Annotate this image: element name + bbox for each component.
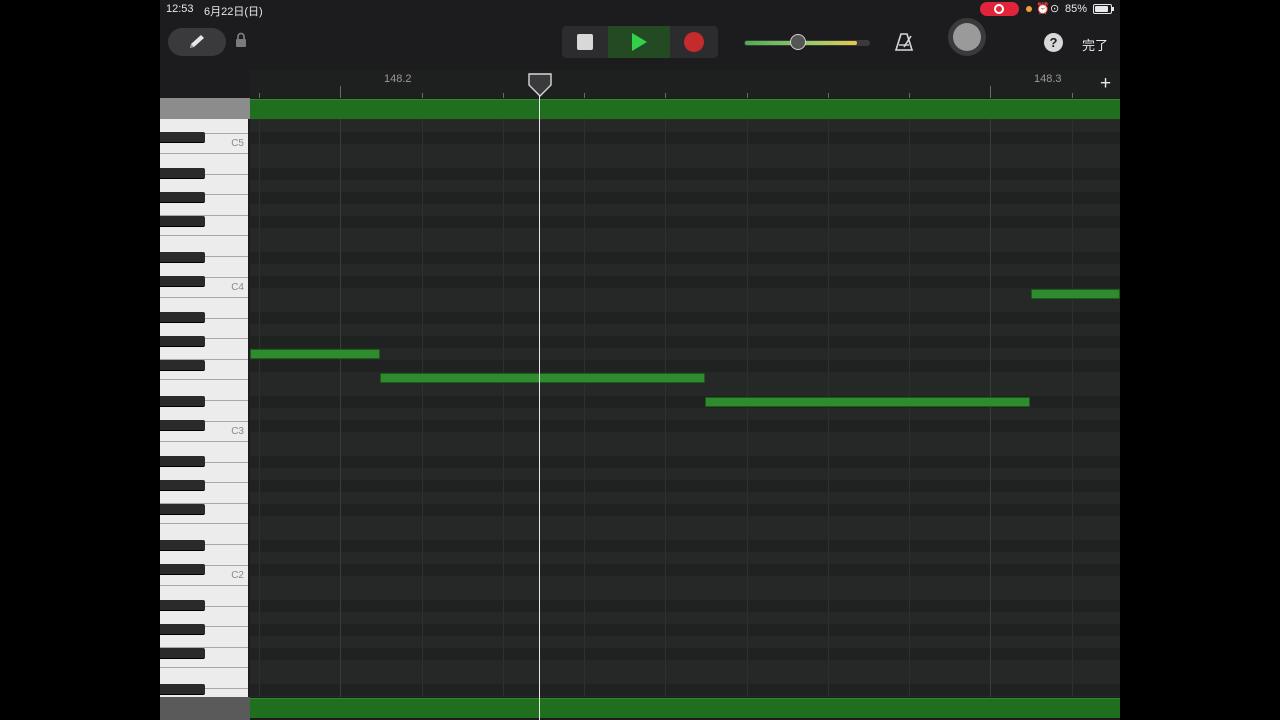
grid-line: [665, 119, 667, 697]
alarm-icon: ⏰: [1036, 3, 1050, 15]
add-button[interactable]: +: [1100, 73, 1111, 95]
grid-line: [340, 119, 342, 697]
piano-roll-grid[interactable]: [250, 119, 1120, 697]
ruler-tick: [1071, 93, 1073, 98]
stop-button[interactable]: [562, 26, 608, 58]
midi-note[interactable]: [705, 397, 1030, 407]
octave-label: C4: [231, 281, 244, 293]
status-bar: 12:53 6月22日(日) ⏰ ⊙ 85%: [160, 0, 1120, 18]
master-effects-knob[interactable]: [948, 18, 986, 56]
status-time: 12:53: [166, 3, 194, 15]
piano-black-key[interactable]: [160, 480, 205, 491]
piano-black-key[interactable]: [160, 252, 205, 263]
play-icon: [632, 33, 647, 51]
lock-button[interactable]: [234, 32, 248, 53]
ruler-tick: [909, 93, 910, 98]
piano-black-key[interactable]: [160, 360, 205, 371]
piano-black-key[interactable]: [160, 132, 205, 143]
ruler-tick: [502, 93, 504, 98]
help-button[interactable]: ?: [1044, 33, 1063, 52]
battery-percent: 85%: [1065, 3, 1088, 15]
piano-black-key[interactable]: [160, 216, 205, 227]
grid-line: [1071, 119, 1073, 697]
playhead-line: [539, 92, 540, 720]
record-button[interactable]: [670, 26, 718, 58]
piano-black-key[interactable]: [160, 504, 205, 515]
grid-line: [827, 119, 829, 697]
play-button[interactable]: [608, 26, 670, 58]
ruler-tick: [259, 93, 260, 98]
metronome-icon: [894, 33, 914, 51]
ruler-tick: [665, 93, 667, 98]
timeline-ruler[interactable]: 148.2 148.3 +: [250, 70, 1120, 98]
piano-black-key[interactable]: [160, 276, 205, 287]
master-volume-slider[interactable]: [744, 34, 870, 50]
metronome-button[interactable]: [893, 32, 915, 57]
transport-controls: [562, 26, 718, 58]
midi-note[interactable]: [250, 349, 380, 359]
piano-black-key[interactable]: [160, 456, 205, 467]
grid-line: [259, 119, 260, 697]
region-bar-top[interactable]: [250, 99, 1120, 119]
octave-label: C5: [231, 137, 244, 149]
lock-icon: [236, 32, 246, 47]
pencil-icon: [190, 35, 204, 48]
grid-line: [909, 119, 910, 697]
stop-icon: [577, 34, 593, 50]
piano-black-key[interactable]: [160, 684, 205, 695]
octave-label: C2: [231, 569, 244, 581]
piano-black-key[interactable]: [160, 600, 205, 611]
battery-icon: [1093, 4, 1114, 14]
ruler-tick: [990, 86, 992, 98]
grid-line: [421, 119, 423, 697]
garageband-piano-roll-screen: 12:53 6月22日(日) ⏰ ⊙ 85% ? 完了 148.2 148.3 …: [160, 0, 1120, 720]
ruler-tick: [421, 93, 423, 98]
piano-black-key[interactable]: [160, 564, 205, 575]
record-dot-icon: [684, 32, 704, 52]
grid-line: [502, 119, 504, 697]
piano-black-key[interactable]: [160, 312, 205, 323]
ruler-tick: [746, 93, 748, 98]
pencil-tool-button[interactable]: [168, 28, 226, 56]
mic-indicator-dot: [1026, 6, 1032, 12]
done-button[interactable]: 完了: [1082, 35, 1108, 54]
volume-slider-thumb[interactable]: [789, 34, 806, 50]
grid-line: [746, 119, 748, 697]
midi-note[interactable]: [1031, 289, 1120, 299]
orientation-lock-icon: ⊙: [1050, 3, 1060, 15]
ruler-tick: [584, 93, 585, 98]
bar-label: 148.2: [384, 73, 412, 85]
keyboard-header-corner: [160, 98, 250, 120]
piano-black-key[interactable]: [160, 396, 205, 407]
grid-line: [990, 119, 992, 697]
ruler-tick: [827, 93, 829, 98]
screen-recording-indicator: [980, 2, 1019, 16]
bar-label: 148.3: [1034, 73, 1062, 85]
ruler-tick: [340, 86, 342, 98]
playhead-handle[interactable]: [528, 73, 552, 97]
piano-keyboard[interactable]: C5 C4 C3 C2: [160, 119, 250, 697]
piano-black-key[interactable]: [160, 624, 205, 635]
status-date: 6月22日(日): [204, 6, 263, 18]
battery-fill: [1095, 6, 1108, 12]
keyboard-footer-corner: [160, 697, 250, 720]
record-icon: [994, 4, 1004, 14]
piano-black-key[interactable]: [160, 336, 205, 347]
grid-line: [584, 119, 585, 697]
knob-cap: [953, 23, 981, 51]
piano-black-key[interactable]: [160, 168, 205, 179]
control-bar: ? 完了: [160, 18, 1120, 70]
piano-black-key[interactable]: [160, 192, 205, 203]
midi-note[interactable]: [380, 373, 705, 383]
piano-black-key[interactable]: [160, 540, 205, 551]
octave-label: C3: [231, 425, 244, 437]
region-bar-bottom[interactable]: [250, 698, 1120, 718]
piano-black-key[interactable]: [160, 420, 205, 431]
piano-black-key[interactable]: [160, 648, 205, 659]
